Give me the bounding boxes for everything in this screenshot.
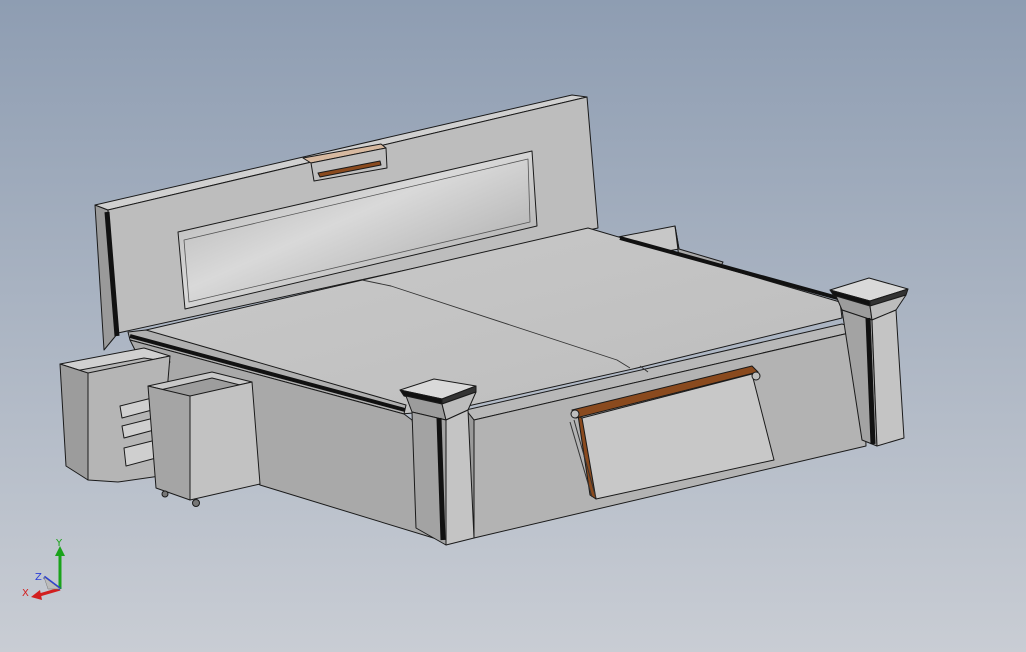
bedside-cabinet[interactable] bbox=[147, 371, 261, 507]
caster-wheel bbox=[192, 499, 200, 507]
3d-viewport[interactable]: Y X Z bbox=[0, 0, 1026, 652]
triad-label-x: X bbox=[22, 588, 29, 599]
triad-label-y: Y bbox=[55, 538, 63, 549]
triad-label-z: Z bbox=[35, 572, 42, 583]
caster-wheel bbox=[161, 490, 169, 498]
